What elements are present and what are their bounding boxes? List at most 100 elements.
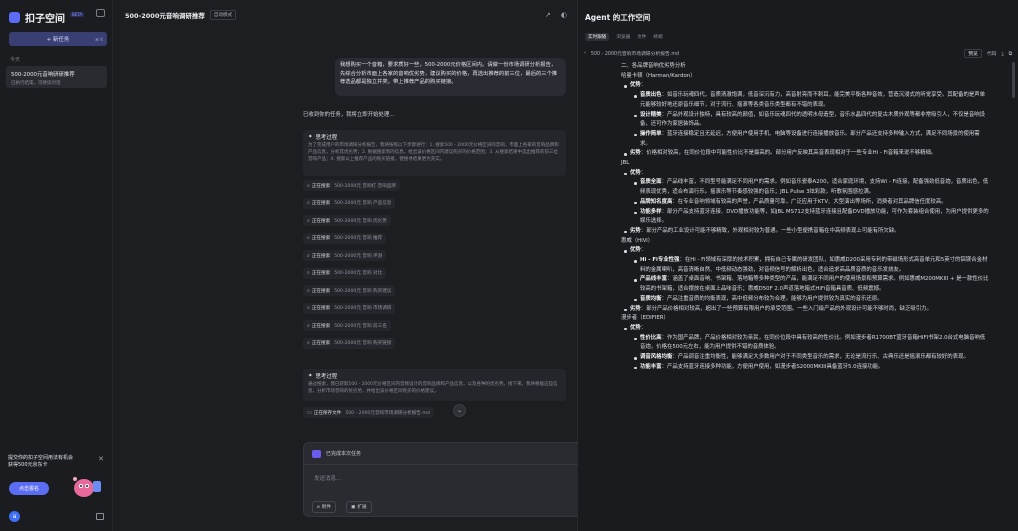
search-query: 500-2000元 音响 优劣势	[334, 218, 387, 224]
report-line: Hi - Fi专业性强：在Hi - Fi领域有深厚的技术积累，拥有自己专属的研发…	[621, 256, 989, 275]
search-icon: ⌕	[307, 217, 310, 224]
close-icon[interactable]: ✕	[98, 455, 104, 463]
report-line: 漫步者（EDIFIER）	[621, 314, 989, 324]
report-term: 优势	[630, 247, 641, 254]
extend-button[interactable]: ▣ 扩展	[346, 501, 372, 513]
report-text: ：价格相对较高，在同价位段中可能性价比不是最高的。部分用户反映其高音表现相对于一…	[640, 150, 937, 157]
report-text: 二、各品牌音响优劣势分析	[621, 63, 686, 69]
report-text: ：产品注重音质的均衡表现，高中低频分布较为合理，能够为用户提供较为真实的音乐还原…	[661, 295, 883, 302]
tab-terminal[interactable]: 终端	[653, 34, 662, 41]
search-query: 500-2000元 音响打 音响品牌	[334, 183, 396, 189]
agent-workspace: Agent 的工作空间 实时跟随 浏览器 文件 终端 ‹ 500 - 2000元…	[578, 0, 1018, 531]
search-item[interactable]: ⌕ 正在搜索 500-2000元 音响 评测	[303, 250, 387, 261]
report-text: ：作为国产品牌，产品价格相对较为亲民，在同价位段中具有较高的性价比。例如漫步者R…	[640, 334, 986, 351]
extend-label: 扩展	[357, 505, 367, 510]
share-icon[interactable]: ↗	[545, 11, 551, 19]
chat-header: 500-2000元音响调研推荐 自动模式	[113, 0, 577, 30]
message-input[interactable]: 发送消息...	[304, 465, 615, 482]
composer: 已完成本次任务 ✓ 发送消息... ⌀附件 ▣扩展 ▲	[303, 442, 616, 517]
shortcut-hint: ⌘ K	[95, 36, 103, 42]
book-icon[interactable]	[96, 513, 104, 520]
tab-follow[interactable]: 实时跟随	[585, 33, 610, 41]
report-document: 二、各品牌音响优劣势分析 哈曼卡顿（Harman/Kardon） 优势： 音质出色：如…	[621, 62, 989, 373]
thinking-title: 思考过程	[315, 135, 338, 141]
report-term: 性价比高	[640, 334, 662, 341]
report-line: 优势：	[621, 324, 989, 334]
thinking-block-2[interactable]: ✦ 思考过程 通过搜索，我已获取500 - 2000元价格区间内音频设计的音响品牌…	[303, 369, 566, 401]
report-line: 调音风格均衡：产品调音注重均衡性，能够满足大多数用户对于不同类型音乐的需求，无论…	[621, 353, 989, 363]
copy-icon[interactable]: ⧉	[1009, 51, 1012, 57]
mode-badge[interactable]: 自动模式	[209, 10, 237, 20]
panel-toggle-icon[interactable]: ◐	[561, 11, 567, 19]
sidebar: 扣子空间 BETA + 新任务 ⌘ K 今天 500-2000元音响研研推荐 已…	[0, 0, 113, 531]
search-icon: ⌕	[307, 340, 310, 346]
report-term: 操作简单	[640, 130, 662, 137]
report-text: ：产品线丰富，不同型号能满足不同用户的需求。例如音乐瓷泰A200，适合家庭环境，…	[640, 179, 989, 196]
search-item[interactable]: ⌕ 正在搜索 500-2000元 音响打 音响品牌	[303, 180, 400, 191]
thinking-header: ✦ 思考过程	[308, 133, 561, 141]
workspace-title: Agent 的工作空间	[585, 13, 651, 22]
sidebar-toggle-icon[interactable]	[96, 9, 105, 17]
report-line: 功能多样：部分产品支持蓝牙连接、DVD播放功能等，如JBL MS712支持蓝牙连…	[621, 208, 989, 227]
task-status-bar: 已完成本次任务 ✓	[304, 443, 615, 465]
report-line: 劣势：价格相对较高，在同价位段中可能性价比不是最高的。部分用户反映其高音表现相对…	[621, 149, 989, 159]
bulb-icon: ✦	[308, 373, 313, 379]
search-label: 正在搜索	[311, 236, 331, 241]
search-item[interactable]: ⌕ 正在搜索 500-2000元 音响 推荐	[303, 232, 387, 244]
report-text: ：	[640, 82, 647, 89]
search-item[interactable]: ⌕ 正在搜索 500-2000元 音响 产品信息	[303, 197, 396, 209]
report-term: 优势	[630, 82, 641, 89]
report-text: ：部分产品的工业设计可能不够精致，外观相对较为普通。一些小型便携音箱在中高频表现…	[640, 227, 900, 234]
search-item[interactable]: ⌕ 正在搜索 500-2000元 音响 市场调研	[303, 302, 396, 314]
attach-button[interactable]: ⌀ 附件	[312, 501, 336, 513]
report-text: 哈曼卡顿（Harman/Kardon）	[621, 72, 696, 79]
search-label: 正在搜索	[311, 201, 331, 206]
report-text: ：	[640, 324, 647, 331]
new-task-button[interactable]: + 新任务 ⌘ K	[9, 32, 107, 46]
search-item[interactable]: ⌕ 正在搜索 500-2000元 音响 购买建议	[303, 285, 396, 296]
search-label: 正在搜索	[311, 306, 331, 311]
report-line: 劣势：部分产品的工业设计可能不够精致，外观相对较为普通。一些小型便携音箱在中高频…	[621, 227, 989, 237]
search-label: 正在搜索	[311, 341, 331, 346]
thinking-title-2: 思考过程	[315, 374, 338, 380]
task-item[interactable]: 500-2000元音响研研推荐 已执行结束，可继续对话	[6, 66, 107, 88]
search-item[interactable]: ⌕ 正在搜索 500-2000元 音响 前三名	[303, 320, 391, 331]
avatar[interactable]: a	[9, 511, 20, 522]
report-text: ：在专业音响领域有较高的声誉，产品质量可靠，广泛应用于KTV、大型演出等场所，消…	[672, 198, 947, 205]
report-text: ：部分产品支持蓝牙连接、DVD播放功能等，如JBL MS712支持蓝牙连接且配备…	[640, 208, 989, 225]
chat-title: 500-2000元音响调研推荐	[125, 12, 205, 20]
report-line: 品牌知名度高：在专业音响领域有较高的声誉，产品质量可靠，广泛应用于KTV、大型演…	[621, 198, 989, 208]
save-file-item[interactable]: ▭ 正在保存文件 500 - 2000元音响市场调研分析报告.md	[303, 407, 434, 418]
report-line: 性价比高：作为国产品牌，产品价格相对较为亲民，在同价位段中具有较高的性价比。例如…	[621, 334, 989, 353]
download-icon[interactable]: ⤓	[1001, 51, 1003, 57]
promo-signup-button[interactable]: 点击报名	[9, 482, 49, 495]
report-term: 音质全面	[640, 179, 662, 186]
tab-files[interactable]: 文件	[637, 34, 646, 41]
search-query: 500-2000元 音响 产品信息	[334, 201, 392, 206]
tab-browser[interactable]: 浏览器	[616, 34, 630, 41]
app-name: 扣子空间	[25, 13, 65, 25]
report-line: 惠威（HiVi）	[621, 237, 989, 247]
thinking-block[interactable]: ✦ 思考过程 为了完成用户的市场调研分析报告，我将按照以下步骤进行：1. 搜索50…	[303, 130, 566, 176]
scrollbar[interactable]	[1012, 62, 1015, 98]
report-text: ：涵盖了桌面音响、书架箱、落地箱等多种类型的产品，能满足不同用户的使用场景和预算…	[640, 276, 989, 293]
preview-button[interactable]: 预览	[964, 49, 982, 58]
scroll-down-button[interactable]: ⌄	[453, 404, 466, 417]
search-label: 正在搜索	[311, 288, 331, 294]
back-icon[interactable]: ‹	[584, 51, 586, 56]
report-term: 功能多样	[640, 208, 662, 215]
assistant-reply: 已收到你的任务，我将立即开始处理...	[303, 112, 395, 118]
search-icon: ⌕	[307, 322, 310, 329]
attach-label: 附件	[321, 505, 331, 510]
thinking-body-2: 通过搜索，我已获取500 - 2000元价格区间内音频设计的音响品牌和产品信息，…	[308, 382, 558, 394]
search-icon: ⌕	[307, 305, 310, 311]
search-item[interactable]: ⌕ 正在搜索 500-2000元 音响 优劣势	[303, 215, 391, 226]
search-query: 500-2000元 音响 评测	[334, 253, 383, 259]
search-item[interactable]: ⌕ 正在搜索 500-2000元 音响 购买链接	[303, 337, 396, 349]
code-button[interactable]: 代码	[987, 50, 997, 57]
report-text: ：产品支持蓝牙连接多种功能，方便用户使用，如漫步者S2000MKIII具备蓝牙5…	[661, 363, 884, 370]
search-query: 500-2000元 音响 购买链接	[334, 341, 392, 346]
search-item[interactable]: ⌕ 正在搜索 500-2000元 音响 对比	[303, 267, 387, 279]
report-text: ：部分产品价格相对较高，超出了一些预算有限用户的承受范围。一些入门级产品的外观设…	[640, 305, 932, 312]
mascot-illustration	[73, 477, 101, 497]
